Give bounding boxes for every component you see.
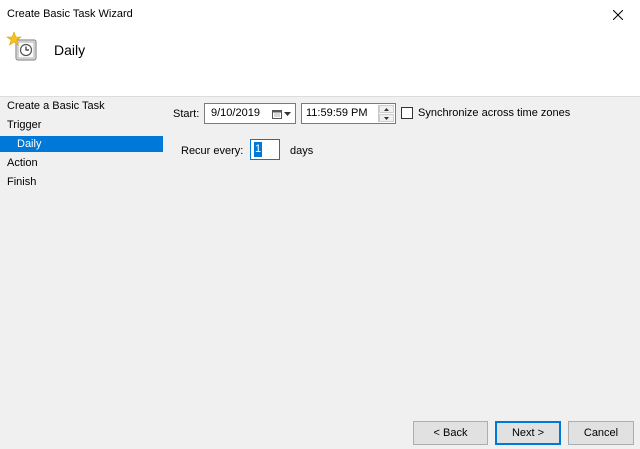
wizard-header: Daily [0,30,640,97]
spin-up-icon [384,107,389,111]
nav-step-trigger[interactable]: Trigger [0,117,163,133]
start-time-field[interactable]: 11:59:59 PM [301,103,396,124]
time-decrement-button[interactable] [379,114,394,122]
recur-every-input[interactable]: 1 [250,139,280,160]
scheduled-task-icon [6,32,37,61]
nav-step-create-basic-task[interactable]: Create a Basic Task [0,98,163,114]
window-title: Create Basic Task Wizard [7,8,133,20]
chevron-down-icon [283,111,291,116]
spin-down-icon [384,116,389,120]
recur-every-value: 1 [254,142,263,157]
title-bar: Create Basic Task Wizard [0,0,640,30]
sync-timezones-checkbox[interactable] [401,107,413,119]
close-icon [613,10,623,20]
back-button[interactable]: < Back [413,421,488,445]
cancel-button[interactable]: Cancel [568,421,634,445]
recur-every-label: Recur every: [181,145,244,157]
start-label: Start: [173,108,200,120]
calendar-dropdown-button[interactable] [269,106,293,121]
next-button[interactable]: Next > [495,421,561,445]
nav-step-action[interactable]: Action [0,155,163,171]
time-spinner [378,105,394,122]
wizard-steps-nav: Create a Basic Task Trigger Daily Action… [0,96,165,396]
time-increment-button[interactable] [379,105,394,113]
start-date-value: 9/10/2019 [211,107,260,119]
sync-timezones-label[interactable]: Synchronize across time zones [418,107,570,119]
recur-unit-label: days [290,145,314,157]
start-time-value: 11:59:59 PM [306,107,368,119]
nav-step-finish[interactable]: Finish [0,174,163,190]
close-button[interactable] [596,0,640,30]
page-title: Daily [54,42,86,58]
nav-step-daily[interactable]: Daily [0,136,163,152]
calendar-icon [271,109,282,119]
start-date-picker[interactable]: 9/10/2019 [204,103,296,124]
